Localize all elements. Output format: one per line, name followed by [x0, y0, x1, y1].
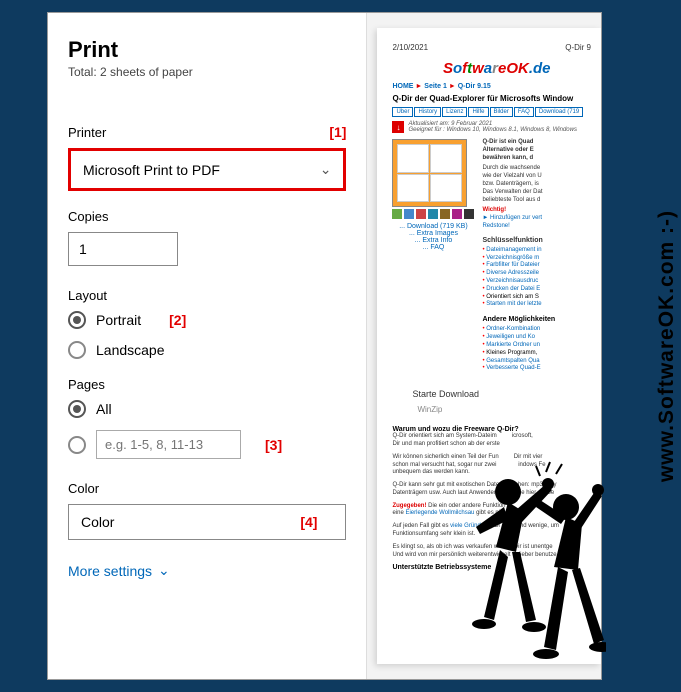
- printer-label: Printer: [68, 125, 106, 140]
- print-subtitle: Total: 2 sheets of paper: [68, 65, 346, 79]
- thumb-icons: [392, 209, 474, 219]
- pages-input[interactable]: [96, 430, 241, 459]
- winzip-label: WinZip: [417, 405, 601, 414]
- print-title: Print: [68, 37, 346, 63]
- copies-input[interactable]: [68, 232, 178, 266]
- color-select[interactable]: Color [4]: [68, 504, 346, 540]
- chevron-down-icon: ⌄: [320, 161, 332, 178]
- radio-icon: [68, 436, 86, 454]
- chevron-down-icon: ⌄: [158, 562, 170, 579]
- why-title: Warum und wozu die Freeware Q-Dir?: [392, 426, 601, 433]
- radio-icon: [68, 341, 86, 359]
- watermark: www.SoftwareOK.com :-): [655, 210, 679, 482]
- pages-all-radio[interactable]: All: [68, 400, 346, 418]
- dancing-figures-icon: [466, 452, 606, 682]
- annotation-3: [3]: [265, 437, 282, 453]
- para1: Q-Dir orientiert sich am System-Dateim i…: [392, 433, 601, 449]
- radio-icon: [68, 400, 86, 418]
- pages-custom-radio[interactable]: [68, 436, 86, 454]
- softwareok-logo: SoftwareOK.de: [392, 60, 601, 77]
- portrait-label: Portrait: [96, 312, 141, 328]
- preview-title: Q-Dir der Quad-Explorer für Microsofts W…: [392, 94, 601, 103]
- more-settings-link[interactable]: More settings ⌄: [68, 562, 346, 579]
- layout-portrait-radio[interactable]: Portrait [2]: [68, 311, 346, 329]
- radio-icon: [68, 311, 86, 329]
- qdir-screenshot-thumb: [392, 139, 467, 207]
- preview-breadcrumb: HOME ► Seite 1 ► Q-Dir 9.15: [392, 83, 601, 90]
- download-links: ... Download (719 KB) ... Extra Images .…: [392, 223, 474, 251]
- all-label: All: [96, 401, 112, 417]
- starte-download: Starte Download: [412, 389, 601, 399]
- preview-date: 2/10/2021: [392, 43, 428, 52]
- layout-label: Layout: [68, 288, 346, 303]
- printer-value: Microsoft Print to PDF: [83, 162, 220, 178]
- preview-update-info: ↓ Aktualisiert am: 9 Februar 2021 Geeign…: [392, 121, 601, 133]
- color-value: Color: [81, 514, 114, 530]
- annotation-4: [4]: [300, 514, 317, 530]
- pages-label: Pages: [68, 377, 346, 392]
- preview-corner: Q-Dir 9: [565, 43, 591, 52]
- printer-select[interactable]: Microsoft Print to PDF ⌄: [68, 148, 346, 191]
- preview-description: Q-Dir ist ein Quad Alternative oder E be…: [482, 139, 601, 379]
- copies-label: Copies: [68, 209, 346, 224]
- update-icon: ↓: [392, 121, 404, 133]
- annotation-2: [2]: [169, 312, 186, 328]
- color-label: Color: [68, 481, 346, 496]
- annotation-1: [1]: [329, 124, 346, 140]
- preview-tabs: Über History Lizenz Hilfe Bilder FAQ Dow…: [392, 107, 601, 117]
- landscape-label: Landscape: [96, 342, 165, 358]
- more-settings-label: More settings: [68, 563, 152, 579]
- layout-landscape-radio[interactable]: Landscape: [68, 341, 346, 359]
